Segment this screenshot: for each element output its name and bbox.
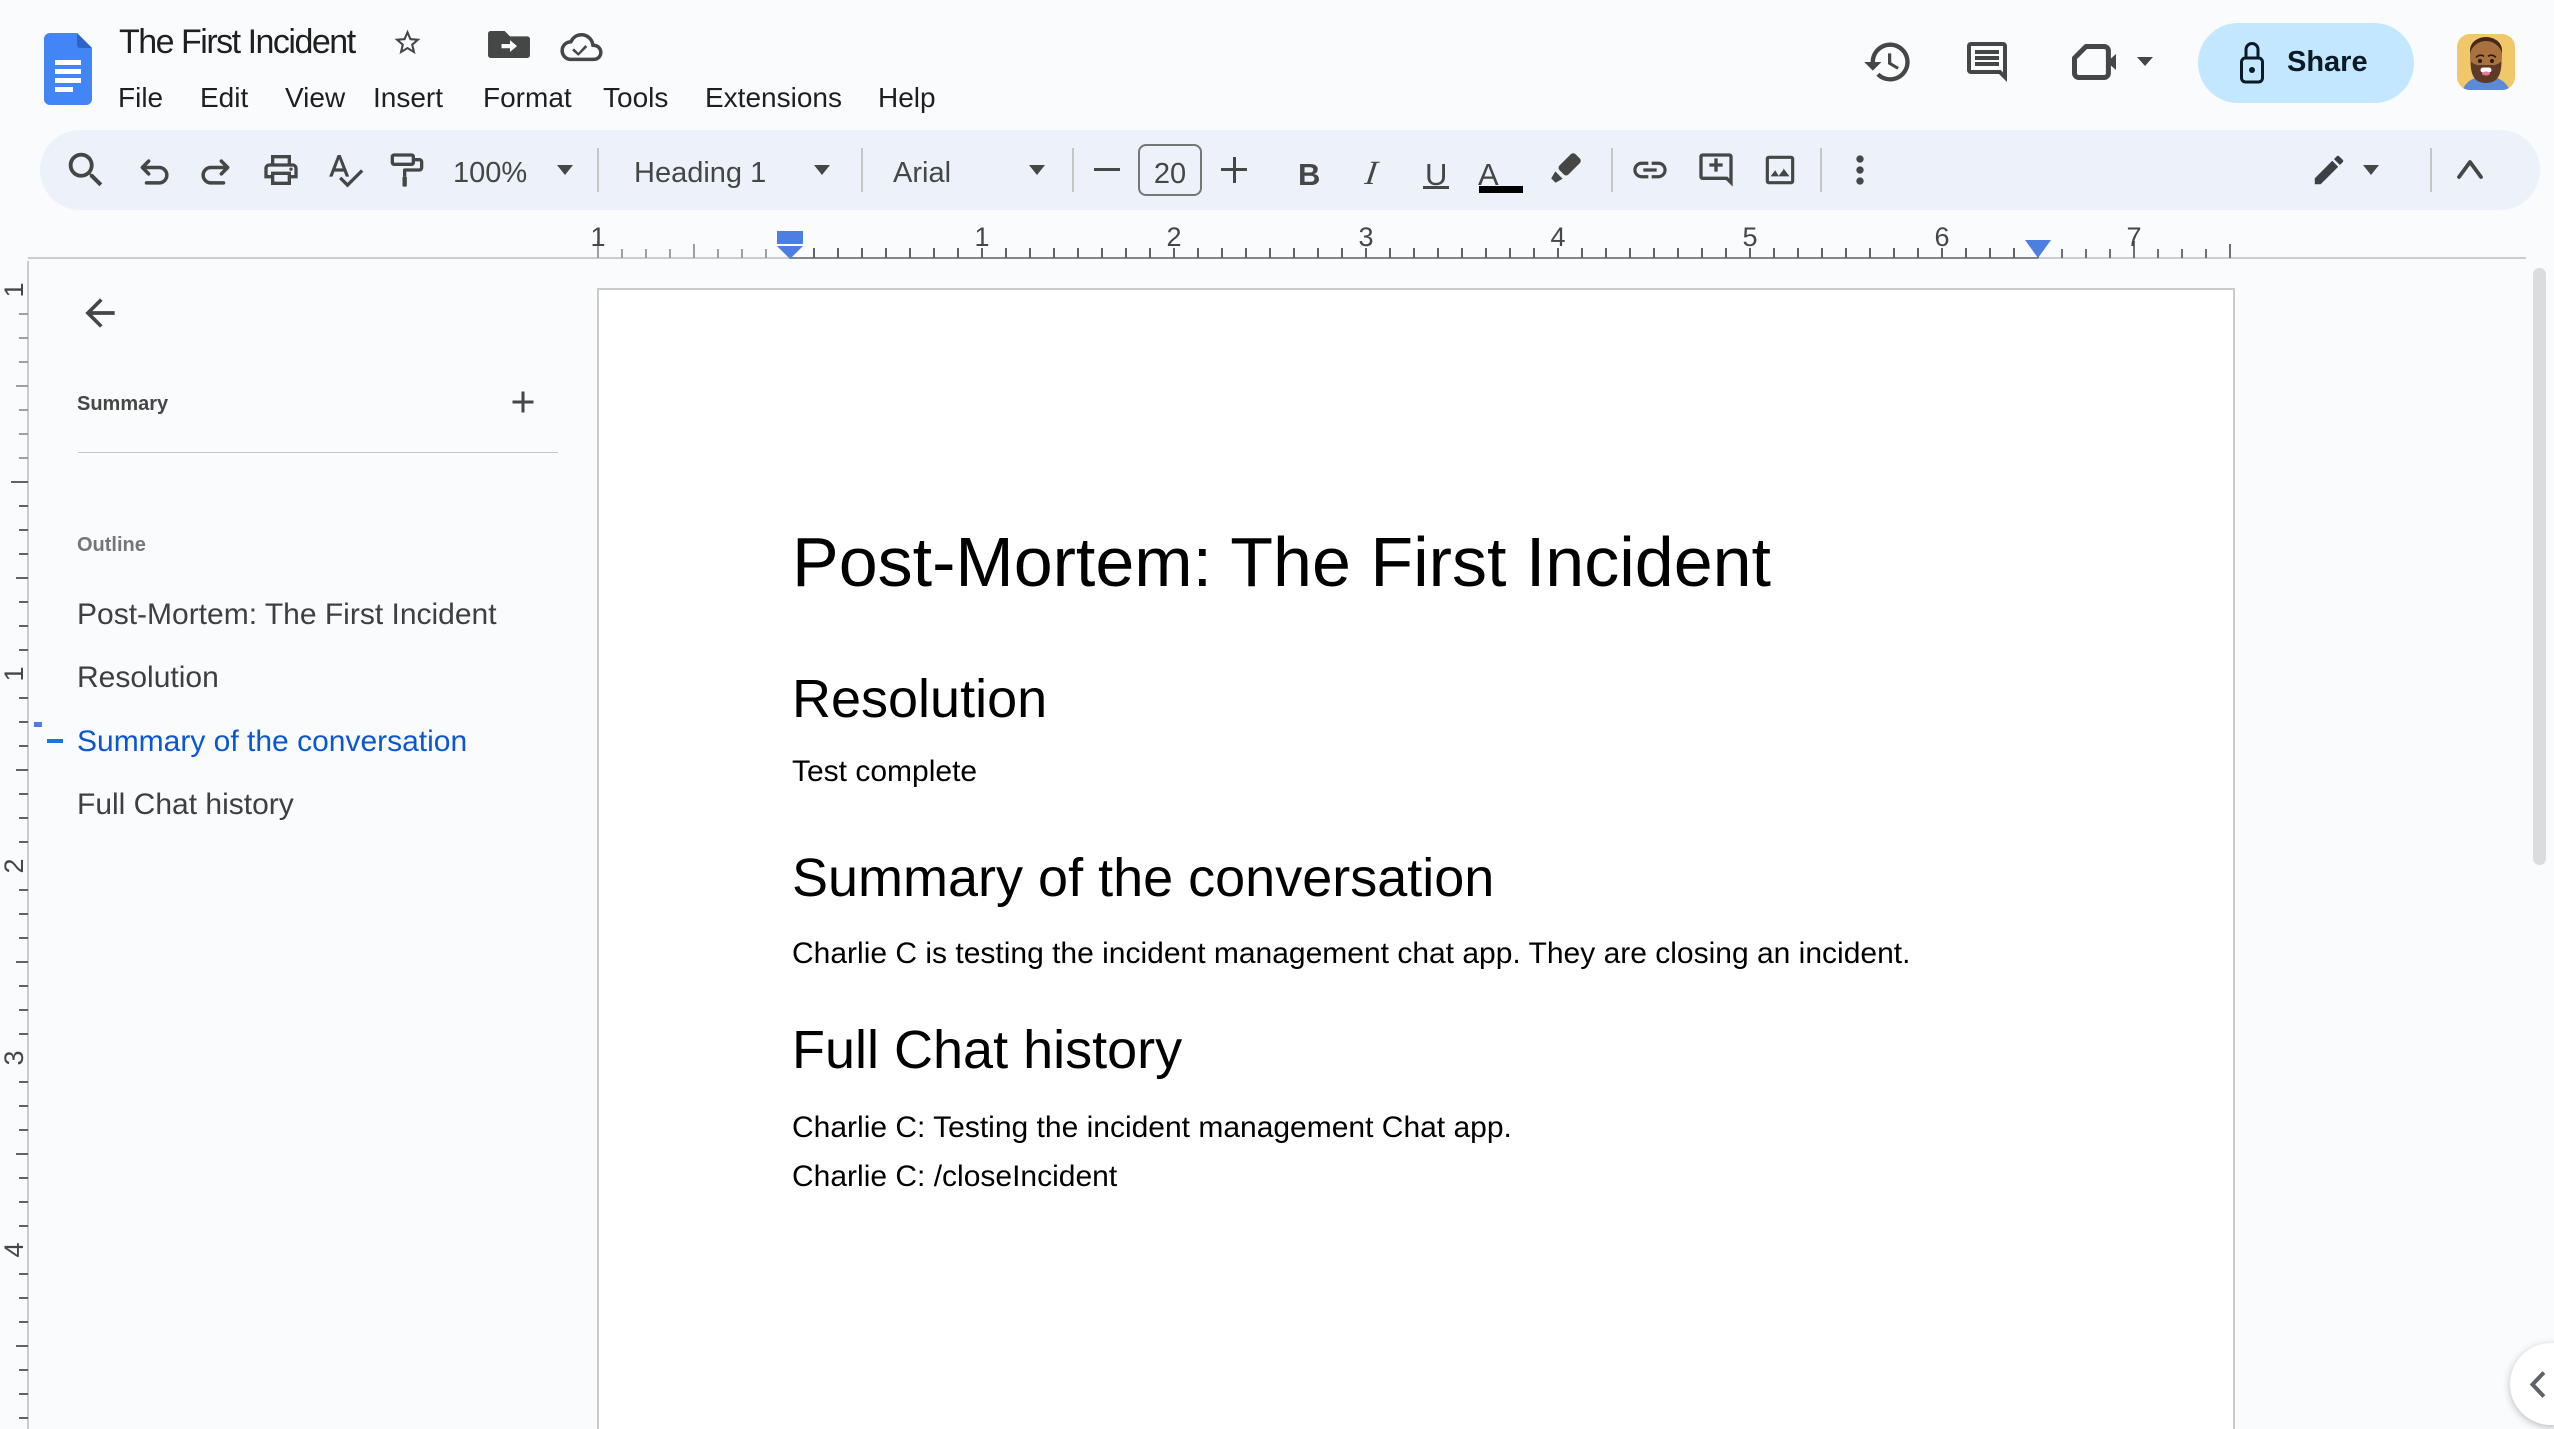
svg-text:1: 1	[0, 666, 29, 681]
svg-text:2: 2	[0, 858, 29, 873]
svg-text:5: 5	[1742, 222, 1757, 252]
svg-text:3: 3	[1358, 222, 1373, 252]
svg-text:1: 1	[590, 222, 605, 252]
svg-text:4: 4	[1550, 222, 1565, 252]
svg-text:2: 2	[1166, 222, 1181, 252]
svg-text:7: 7	[2126, 222, 2141, 252]
svg-text:4: 4	[0, 1242, 29, 1257]
svg-text:1: 1	[0, 282, 29, 297]
svg-text:3: 3	[0, 1050, 29, 1065]
svg-text:1: 1	[974, 222, 989, 252]
svg-text:6: 6	[1934, 222, 1949, 252]
